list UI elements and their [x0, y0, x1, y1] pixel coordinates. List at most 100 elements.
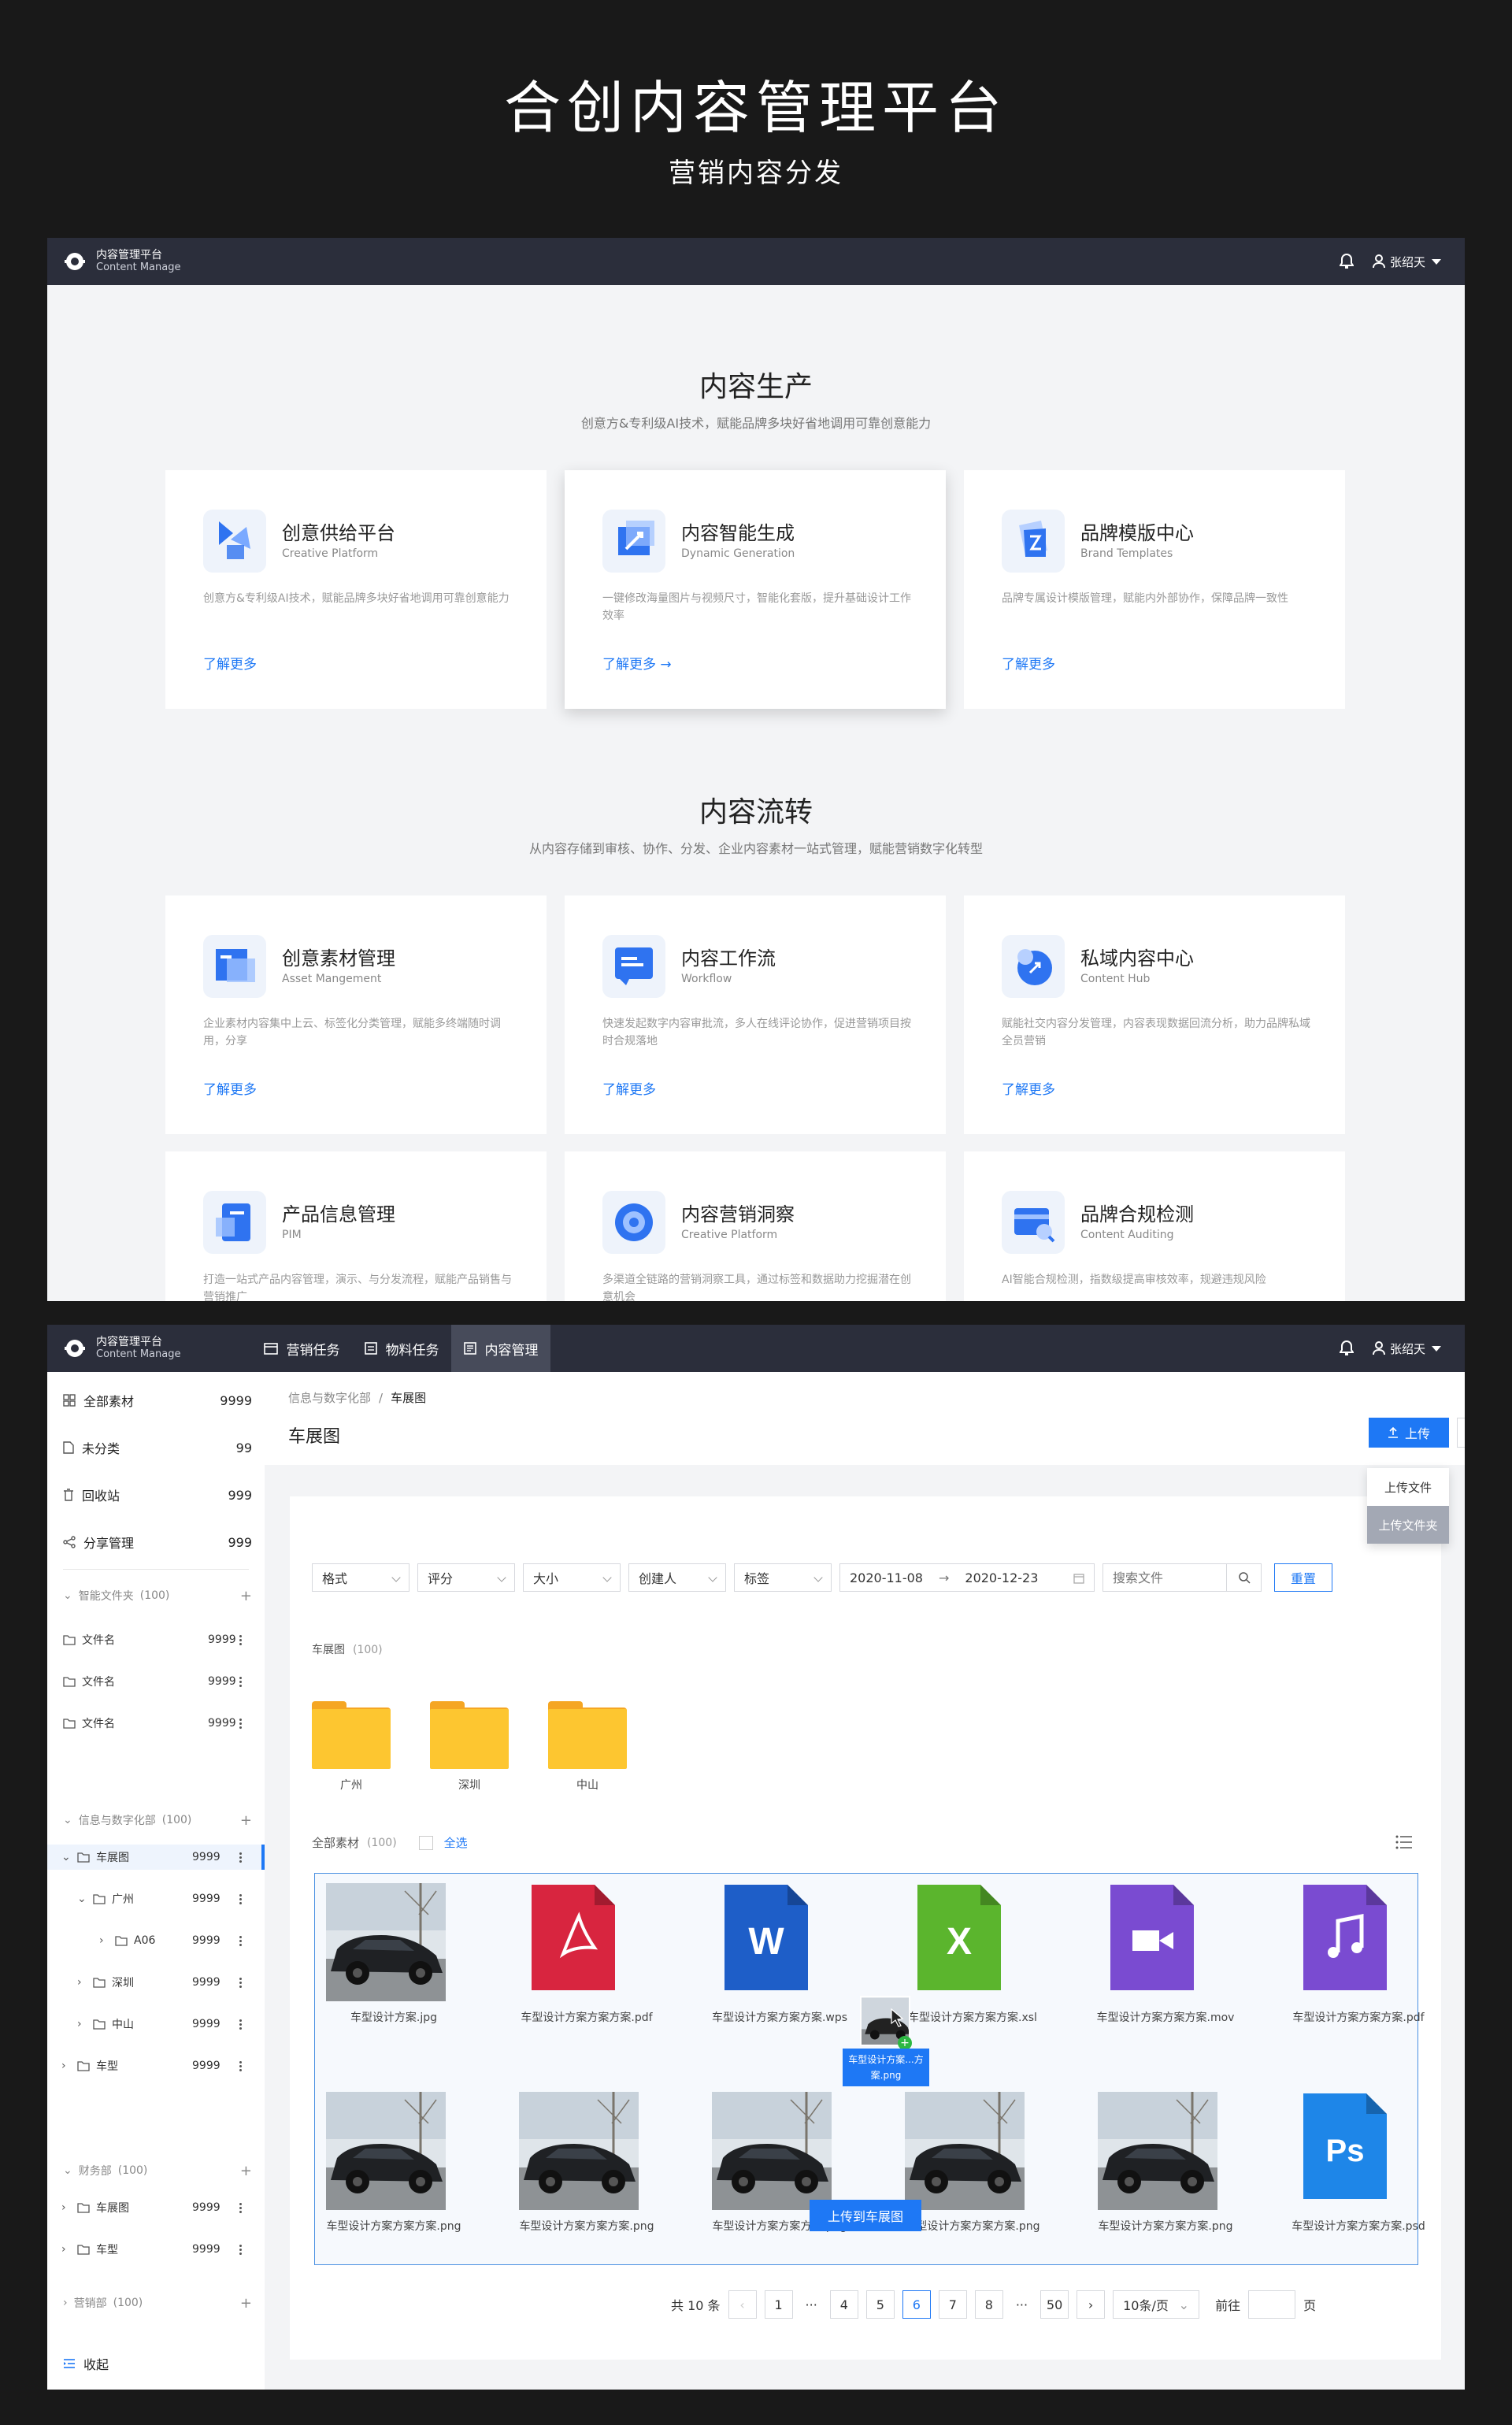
- feature-card[interactable]: 内容工作流 Workflow 快速发起数字内容审批流，多人在线评论协作，促进营销项目…: [565, 895, 946, 1134]
- add-icon[interactable]: +: [240, 2163, 252, 2179]
- folder-tile[interactable]: [548, 1701, 627, 1769]
- select-all-label[interactable]: 全选: [444, 1834, 468, 1851]
- feature-card[interactable]: 创意素材管理 Asset Mangement 企业素材内容集中上云、标签化分类管理，…: [165, 895, 547, 1134]
- add-icon[interactable]: +: [240, 1588, 252, 1604]
- file-item[interactable]: 车型设计方案.jpg: [315, 1874, 472, 2063]
- search-button[interactable]: [1226, 1564, 1261, 1591]
- bell-icon[interactable]: [1339, 1340, 1354, 1356]
- goto-page-input[interactable]: [1248, 2290, 1296, 2319]
- select-all-checkbox[interactable]: [418, 1835, 433, 1850]
- smart-folder-header[interactable]: ⌄ 智能文件夹 (100) +: [63, 1585, 252, 1607]
- more-icon[interactable]: [239, 2243, 243, 2256]
- page-button[interactable]: 1: [764, 2290, 793, 2319]
- sort-button[interactable]: [1457, 1418, 1465, 1448]
- sidebar-item-recycle-bin[interactable]: 回收站 999: [63, 1484, 252, 1506]
- page-button[interactable]: 4: [829, 2290, 858, 2319]
- add-icon[interactable]: +: [240, 1812, 252, 1829]
- creator-select[interactable]: 创建人: [628, 1563, 726, 1592]
- file-item[interactable]: X 车型设计方案方案方案.xsl: [894, 1874, 1051, 2063]
- more-icon[interactable]: [239, 1893, 243, 1905]
- dept-header-it[interactable]: ⌄ 信息与数字化部 (100) +: [63, 1809, 252, 1831]
- next-page-button[interactable]: ›: [1077, 2290, 1106, 2319]
- nav-content-management[interactable]: 内容管理: [451, 1325, 551, 1372]
- more-icon[interactable]: [239, 1976, 243, 1989]
- page-button[interactable]: 8: [974, 2290, 1003, 2319]
- page-button[interactable]: 50: [1040, 2290, 1069, 2319]
- more-icon[interactable]: [239, 2060, 243, 2072]
- learn-more-link[interactable]: 了解更多: [203, 653, 257, 673]
- list-view-icon[interactable]: [1395, 1835, 1413, 1849]
- file-item[interactable]: 车型设计方案方案方案.png: [1087, 2082, 1244, 2271]
- file-item[interactable]: 车型设计方案方案方案.png: [315, 2082, 472, 2271]
- more-icon[interactable]: [239, 2018, 243, 2030]
- tree-item[interactable]: ⌄ 广州: [77, 1887, 134, 1911]
- tree-item[interactable]: › 中山: [77, 2012, 134, 2036]
- file-item[interactable]: 车型设计方案方案方案.png: [508, 2082, 665, 2271]
- bell-icon[interactable]: [1339, 254, 1354, 269]
- sidebar-item-uncategorized[interactable]: 未分类 99: [63, 1437, 252, 1459]
- file-item[interactable]: 车型设计方案方案方案.pdf: [1280, 1874, 1437, 2063]
- tree-item[interactable]: › 车型: [61, 2054, 118, 2078]
- file-item[interactable]: 车型设计方案方案方案.png: [894, 2082, 1051, 2271]
- nav-material-tasks[interactable]: 物料任务: [352, 1325, 451, 1372]
- file-item[interactable]: 车型设计方案方案方案.mov: [1087, 1874, 1244, 2063]
- file-item[interactable]: Ps 车型设计方案方案方案.psd: [1280, 2082, 1437, 2271]
- more-icon[interactable]: [239, 1934, 243, 1947]
- user-menu[interactable]: 张绍天: [1372, 254, 1441, 270]
- upload-folder-item[interactable]: 上传文件夹: [1367, 1506, 1449, 1544]
- sidebar-item-share[interactable]: 分享管理 999: [63, 1531, 252, 1553]
- upload-file-item[interactable]: 上传文件: [1367, 1468, 1449, 1506]
- feature-card[interactable]: 内容营销洞察 Creative Platform 多渠道全链路的营销洞察工具，通过标…: [565, 1151, 946, 1301]
- sidebar-item-all-assets[interactable]: 全部素材 9999: [63, 1389, 252, 1411]
- more-icon[interactable]: [239, 1717, 243, 1730]
- tree-item[interactable]: › 深圳: [77, 1971, 134, 1994]
- folder-tile[interactable]: [312, 1701, 391, 1769]
- smart-folder-item[interactable]: 文件名 9999: [63, 1711, 252, 1735]
- tree-item[interactable]: ⌄ 车展图: [61, 1845, 129, 1869]
- user-menu[interactable]: 张绍天: [1372, 1340, 1441, 1357]
- learn-more-link[interactable]: 了解更多: [602, 1078, 656, 1098]
- more-icon[interactable]: [239, 2201, 243, 2214]
- nav-marketing-tasks[interactable]: 营销任务: [251, 1325, 352, 1372]
- dept-header-marketing[interactable]: › 营销部 (100) +: [63, 2292, 252, 2314]
- more-icon[interactable]: [239, 1851, 243, 1863]
- breadcrumb-item[interactable]: 信息与数字化部: [288, 1391, 371, 1405]
- search-input[interactable]: [1103, 1564, 1226, 1591]
- tree-item[interactable]: › 车型: [61, 2238, 118, 2261]
- tree-item[interactable]: › A06: [99, 1929, 155, 1952]
- page-button[interactable]: 7: [938, 2290, 967, 2319]
- file-item[interactable]: 车型设计方案方案方案.png: [701, 2082, 858, 2271]
- learn-more-link[interactable]: 了解更多: [1002, 653, 1055, 673]
- tree-item[interactable]: › 车展图: [61, 2196, 129, 2219]
- page-button[interactable]: 6: [902, 2290, 931, 2319]
- feature-card[interactable]: 品牌合规检测 Content Auditing AI智能合规检测，指数级提高审核效率…: [964, 1151, 1345, 1301]
- rating-select[interactable]: 评分: [417, 1563, 515, 1592]
- app-logo[interactable]: 内容管理平台 Content Manage: [65, 1336, 180, 1361]
- format-select[interactable]: 格式: [312, 1563, 410, 1592]
- more-icon[interactable]: [239, 1633, 243, 1646]
- learn-more-link[interactable]: 了解更多 →: [602, 653, 672, 673]
- folder-tile[interactable]: [430, 1701, 509, 1769]
- more-icon[interactable]: [239, 1675, 243, 1688]
- learn-more-link[interactable]: 了解更多: [203, 1078, 257, 1098]
- prev-page-button[interactable]: ‹: [728, 2290, 757, 2319]
- file-item[interactable]: W 车型设计方案方案方案.wps: [701, 1874, 858, 2063]
- page-button[interactable]: 5: [865, 2290, 895, 2319]
- learn-more-link[interactable]: 了解更多: [1002, 1078, 1055, 1098]
- file-item[interactable]: 车型设计方案方案方案.pdf: [508, 1874, 665, 2063]
- feature-card[interactable]: 内容智能生成 Dynamic Generation 一键修改海量图片与视频尺寸，智能…: [565, 470, 946, 709]
- feature-card[interactable]: 产品信息管理 PIM 打造一站式产品内容管理，演示、与分发流程，赋能产品销售与营销推…: [165, 1151, 547, 1301]
- feature-card[interactable]: 私域内容中心 Content Hub 赋能社交内容分发管理，内容表现数据回流分析，助…: [964, 895, 1345, 1134]
- dept-header-finance[interactable]: ⌄ 财务部 (100) +: [63, 2160, 252, 2182]
- add-icon[interactable]: +: [240, 2295, 252, 2312]
- feature-card[interactable]: 品牌模版中心 Brand Templates 品牌专属设计模版管理，赋能内外部协作，…: [964, 470, 1345, 709]
- reset-button[interactable]: 重置: [1274, 1563, 1332, 1592]
- page-size-select[interactable]: 10条/页 ⌄: [1113, 2290, 1200, 2319]
- app-logo[interactable]: 内容管理平台 Content Manage: [65, 249, 180, 274]
- feature-card[interactable]: 创意供给平台 Creative Platform 创意方&专利级AI技术，赋能品牌多…: [165, 470, 547, 709]
- smart-folder-item[interactable]: 文件名 9999: [63, 1670, 252, 1693]
- date-range-picker[interactable]: 2020-11-08 → 2020-12-23: [839, 1563, 1095, 1592]
- size-select[interactable]: 大小: [523, 1563, 621, 1592]
- tag-select[interactable]: 标签: [734, 1563, 832, 1592]
- smart-folder-item[interactable]: 文件名 9999: [63, 1628, 252, 1652]
